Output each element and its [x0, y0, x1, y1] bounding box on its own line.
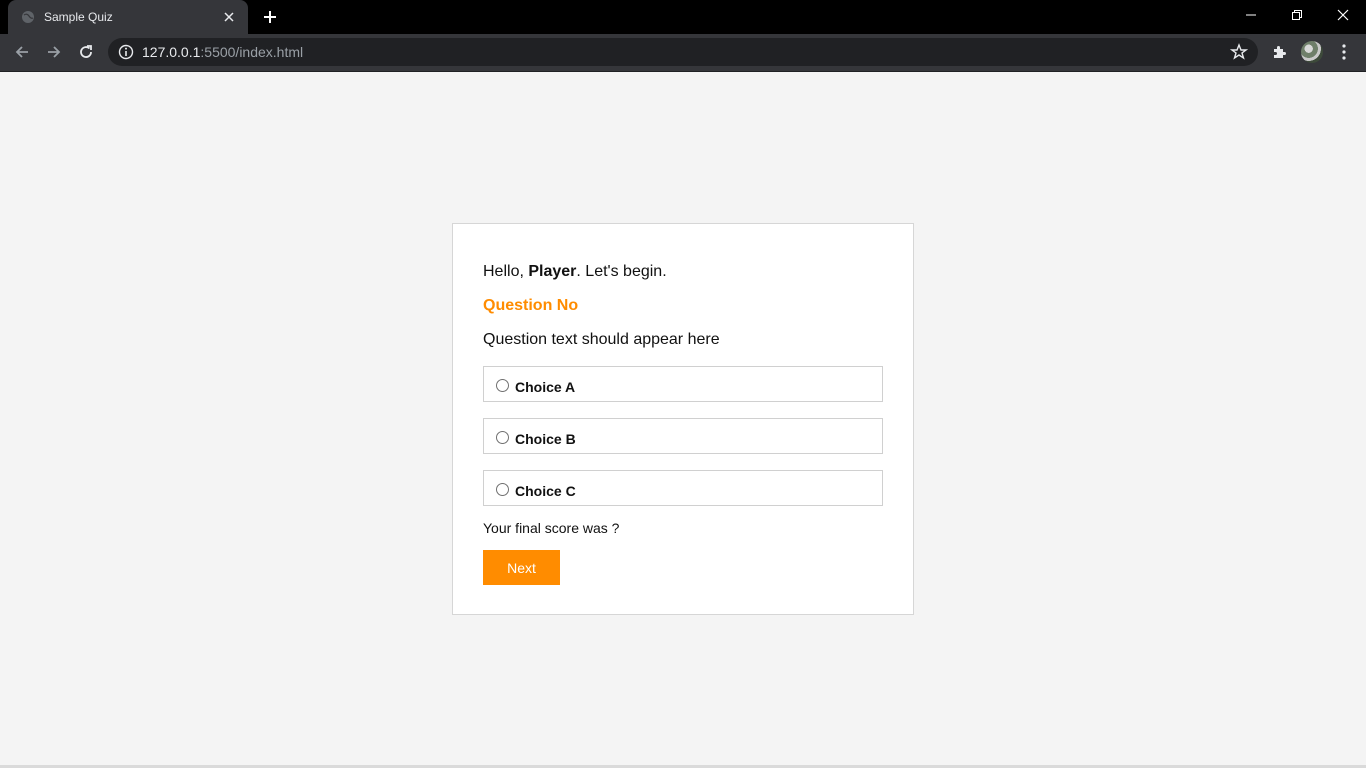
player-name: Player: [528, 263, 577, 280]
info-icon[interactable]: [118, 44, 134, 60]
choice-b-option[interactable]: Choice B: [483, 418, 883, 454]
browser-tab[interactable]: Sample Quiz: [8, 0, 248, 34]
back-button[interactable]: [8, 38, 36, 66]
close-window-button[interactable]: [1320, 0, 1366, 30]
bookmark-star-icon[interactable]: [1229, 43, 1249, 61]
close-tab-icon[interactable]: [220, 8, 238, 26]
choice-b-label: Choice B: [515, 431, 576, 447]
choice-a-radio[interactable]: [496, 379, 509, 392]
globe-icon: [20, 9, 36, 25]
choice-c-label: Choice C: [515, 483, 576, 499]
extensions-puzzle-icon[interactable]: [1269, 42, 1289, 62]
choice-a-option[interactable]: Choice A: [483, 366, 883, 402]
question-number: Question No: [483, 297, 579, 314]
window-titlebar: Sample Quiz: [0, 0, 1366, 34]
restore-button[interactable]: [1274, 0, 1320, 30]
forward-button[interactable]: [40, 38, 68, 66]
new-tab-button[interactable]: [258, 6, 282, 28]
profile-avatar[interactable]: [1301, 41, 1323, 63]
next-button[interactable]: Next: [483, 550, 560, 585]
question-text: Question text should appear here: [483, 331, 720, 348]
choice-a-label: Choice A: [515, 379, 576, 395]
url-text: 127.0.0.1:5500/index.html: [142, 44, 304, 60]
choice-b-radio[interactable]: [496, 431, 509, 444]
browser-menu-icon[interactable]: [1336, 42, 1352, 62]
reload-button[interactable]: [72, 38, 100, 66]
minimize-button[interactable]: [1228, 0, 1274, 30]
browser-toolbar: 127.0.0.1:5500/index.html: [0, 34, 1366, 72]
choice-c-option[interactable]: Choice C: [483, 470, 883, 506]
tab-title: Sample Quiz: [44, 10, 113, 24]
quiz-card: Hello, Player. Let's begin. Question No …: [452, 223, 914, 615]
choice-c-radio[interactable]: [496, 483, 509, 496]
greeting: Hello, Player. Let's begin.: [483, 263, 667, 280]
address-bar[interactable]: 127.0.0.1:5500/index.html: [108, 38, 1258, 66]
final-score-text: Your final score was ?: [483, 520, 620, 536]
